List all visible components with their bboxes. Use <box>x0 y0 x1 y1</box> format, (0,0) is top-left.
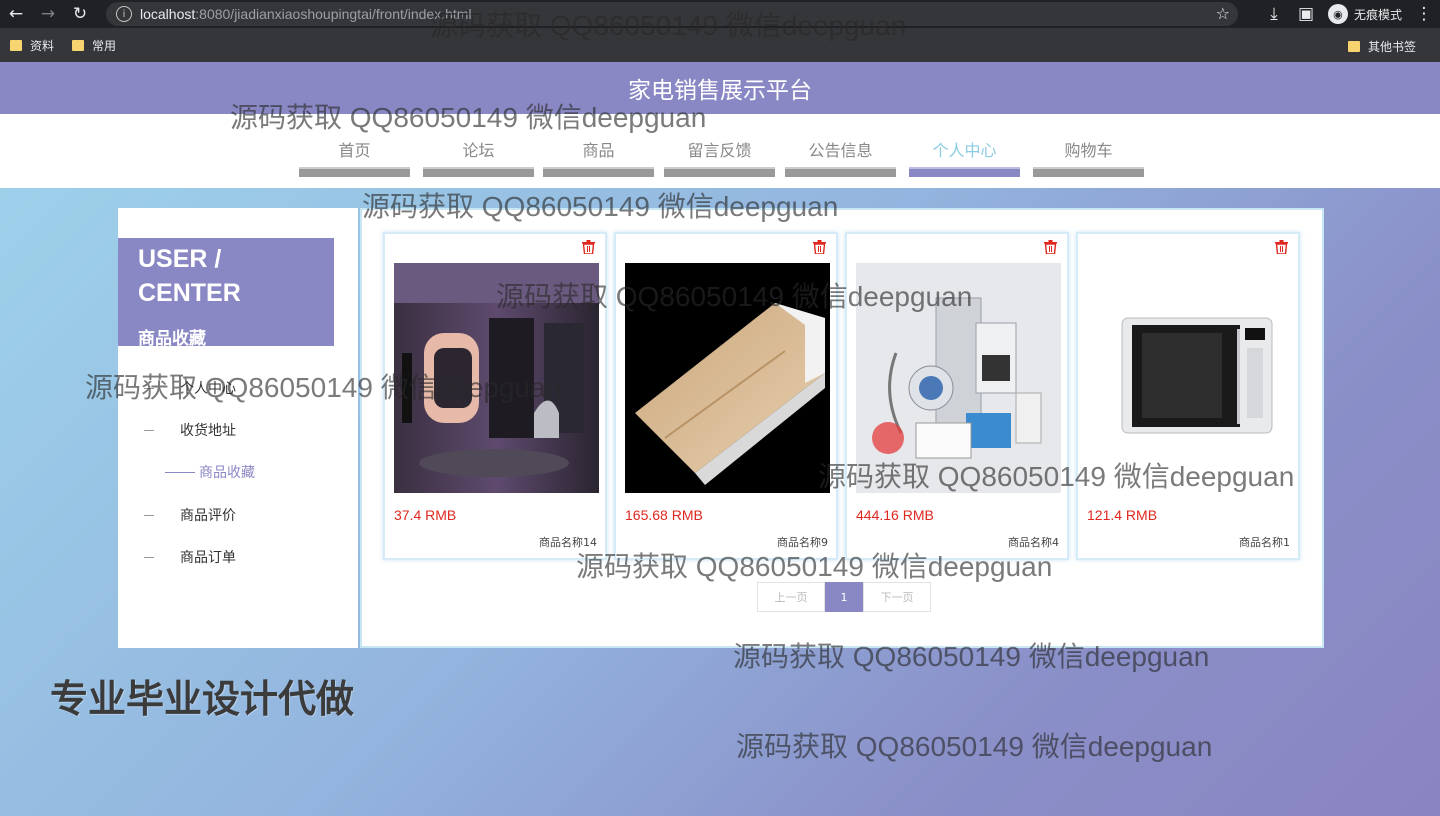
nav-label: 购物车 <box>1064 141 1113 160</box>
nav-forum[interactable]: 论坛 <box>423 137 534 177</box>
back-icon[interactable]: ← <box>0 0 32 28</box>
url-host: localhost <box>140 6 196 22</box>
sidebar-item-reviews[interactable]: 商品评价 <box>144 505 236 525</box>
trash-icon[interactable] <box>1275 240 1288 254</box>
bookmark-label: 常用 <box>92 38 117 53</box>
trash-icon[interactable] <box>813 240 826 254</box>
promo-text: 专业毕业设计代做 <box>50 677 355 721</box>
nav-home[interactable]: 首页 <box>299 137 410 177</box>
incognito-badge[interactable]: ◉ 无痕模式 <box>1327 4 1402 24</box>
bookmarks-bar: 资料 常用 其他书签 <box>0 28 1440 62</box>
dash-icon <box>165 471 195 473</box>
nav-cart[interactable]: 购物车 <box>1033 137 1144 177</box>
address-bar[interactable]: i localhost:8080/jiadianxiaoshoupingtai/… <box>106 2 1238 26</box>
nav-label: 个人中心 <box>932 141 997 160</box>
bookmark-label: 其他书签 <box>1367 40 1416 54</box>
product-card[interactable]: 37.4 RMB 商品名称14 <box>383 232 607 560</box>
product-image[interactable] <box>625 263 830 493</box>
product-price: 444.16 RMB <box>856 507 934 523</box>
menu-icon[interactable]: ⋮ <box>1408 0 1440 28</box>
product-card[interactable]: 444.16 RMB 商品名称4 <box>845 232 1069 560</box>
user-sidebar: USER / CENTER 商品收藏 个人中心 收货地址 商品收藏 商品评价 商… <box>118 208 358 648</box>
trash-icon[interactable] <box>1044 240 1057 254</box>
dash-icon <box>144 556 154 558</box>
reload-icon[interactable]: ↻ <box>64 0 96 28</box>
nav-underline <box>1033 167 1144 177</box>
nav-label: 首页 <box>338 141 371 160</box>
sidebar-item-label: 商品订单 <box>180 550 236 566</box>
next-page-button[interactable]: 下一页 <box>863 582 931 612</box>
bookmark-folder[interactable]: 常用 <box>72 37 116 54</box>
sidebar-item-favorites[interactable]: 商品收藏 <box>165 462 255 482</box>
nav-underline <box>664 167 775 177</box>
nav-underline <box>423 167 534 177</box>
nav-feedback[interactable]: 留言反馈 <box>664 137 775 177</box>
bookmark-star-icon[interactable]: ☆ <box>1216 4 1230 23</box>
nav-underline <box>299 167 410 177</box>
sidebar-item-user-center[interactable]: 个人中心 <box>144 378 236 398</box>
browser-toolbar: ← → ↻ i localhost:8080/jiadianxiaoshoupi… <box>0 0 1440 28</box>
page-1-button[interactable]: 1 <box>825 582 863 612</box>
dash-icon <box>144 514 154 516</box>
incognito-icon: ◉ <box>1327 4 1348 24</box>
web-page: 家电销售展示平台 首页 论坛 商品 留言反馈 公告信息 个人中心 购物车 USE… <box>0 62 1440 816</box>
side-panel-icon[interactable]: ▣ <box>1290 0 1322 28</box>
nav-label: 商品 <box>582 141 615 160</box>
nav-underline <box>909 167 1020 177</box>
nav-underline <box>543 167 654 177</box>
nav-label: 留言反馈 <box>687 141 752 160</box>
pagination: 上一页 1 下一页 <box>757 582 931 612</box>
nav-label: 公告信息 <box>808 141 873 160</box>
download-icon[interactable]: ⤓ <box>1258 0 1290 28</box>
other-bookmarks[interactable]: 其他书签 <box>1347 38 1416 55</box>
site-title: 家电销售展示平台 <box>0 62 1440 114</box>
product-price: 165.68 RMB <box>625 507 703 523</box>
bookmark-label: 资料 <box>30 38 55 53</box>
sidebar-item-address[interactable]: 收货地址 <box>144 420 236 440</box>
nav-label: 论坛 <box>462 141 495 160</box>
product-price: 121.4 RMB <box>1087 507 1158 523</box>
nav-products[interactable]: 商品 <box>543 137 654 177</box>
folder-icon <box>10 39 22 51</box>
user-center-header: USER / CENTER 商品收藏 <box>118 238 334 349</box>
cursor-highlight <box>872 422 904 454</box>
sidebar-item-orders[interactable]: 商品订单 <box>144 547 236 567</box>
product-name[interactable]: 商品名称9 <box>777 534 828 550</box>
product-card[interactable]: 165.68 RMB 商品名称9 <box>614 232 838 560</box>
product-name[interactable]: 商品名称1 <box>1239 534 1290 550</box>
nav-notice[interactable]: 公告信息 <box>785 137 896 177</box>
dash-icon <box>144 387 154 389</box>
site-info-icon[interactable]: i <box>116 6 132 22</box>
product-image[interactable] <box>1087 263 1292 493</box>
sidebar-item-label: 个人中心 <box>180 381 236 397</box>
user-center-subtitle: 商品收藏 <box>138 329 206 349</box>
favorites-panel: 37.4 RMB 商品名称14 165.68 RMB 商品名称9 444.16 … <box>360 208 1324 648</box>
product-price: 37.4 RMB <box>394 507 457 523</box>
trash-icon[interactable] <box>582 240 595 254</box>
product-image[interactable] <box>856 263 1061 493</box>
prev-page-button[interactable]: 上一页 <box>757 582 825 612</box>
sidebar-item-label: 收货地址 <box>180 423 236 439</box>
incognito-label: 无痕模式 <box>1353 7 1402 22</box>
product-card[interactable]: 121.4 RMB 商品名称1 <box>1076 232 1300 560</box>
nav-user-center[interactable]: 个人中心 <box>909 137 1020 177</box>
bookmark-folder[interactable]: 资料 <box>10 37 54 54</box>
product-name[interactable]: 商品名称14 <box>539 534 597 550</box>
forward-icon[interactable]: → <box>32 0 64 28</box>
product-name[interactable]: 商品名称4 <box>1008 534 1059 550</box>
product-image[interactable] <box>394 263 599 493</box>
user-center-title: USER / CENTER <box>138 245 241 307</box>
main-nav: 首页 论坛 商品 留言反馈 公告信息 个人中心 购物车 <box>0 114 1440 188</box>
url-path: :8080/jiadianxiaoshoupingtai/front/index… <box>195 6 472 22</box>
folder-icon <box>72 39 85 51</box>
dash-icon <box>144 429 154 431</box>
sidebar-item-label: 商品收藏 <box>199 465 255 481</box>
sidebar-item-label: 商品评价 <box>180 508 236 524</box>
nav-underline <box>785 167 896 177</box>
folder-icon <box>1347 41 1360 52</box>
